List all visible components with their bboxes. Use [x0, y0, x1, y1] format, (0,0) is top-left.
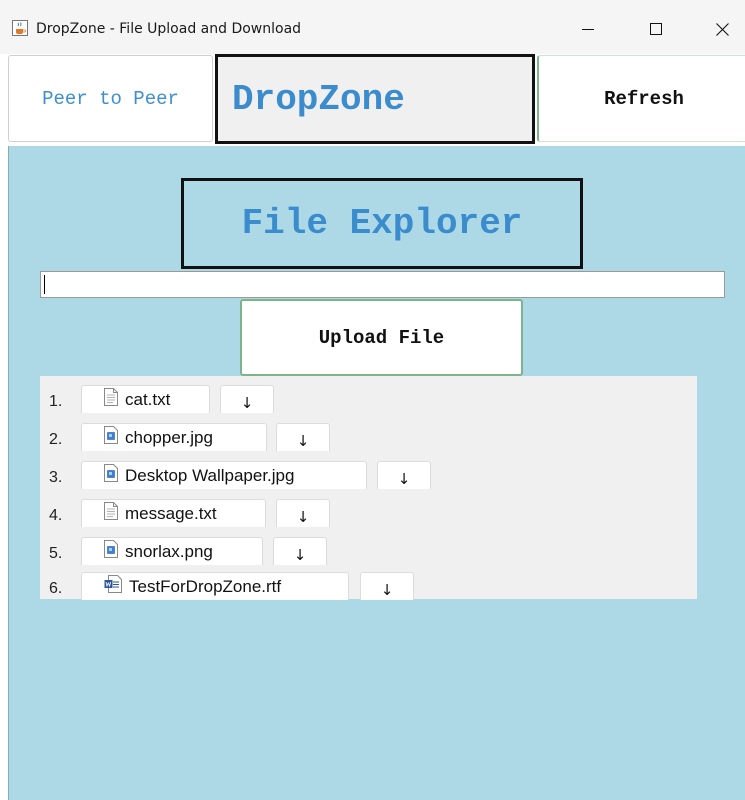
download-button[interactable]: ↓	[273, 537, 327, 565]
text-file-icon	[104, 502, 118, 525]
path-input[interactable]	[40, 271, 725, 298]
file-explorer-title: File Explorer	[181, 178, 583, 269]
download-button[interactable]: ↓	[276, 423, 330, 451]
file-button[interactable]: cat.txt	[81, 385, 210, 413]
refresh-button[interactable]: Refresh	[537, 55, 745, 142]
download-button[interactable]: ↓	[360, 572, 414, 600]
text-file-icon	[104, 388, 118, 411]
file-name: chopper.jpg	[125, 427, 213, 447]
minimize-button[interactable]	[566, 14, 610, 44]
file-name: snorlax.png	[125, 541, 213, 561]
file-name: message.txt	[125, 503, 217, 523]
file-name: cat.txt	[125, 389, 171, 409]
list-item: 3. Desktop Wallpaper.jpg ↓	[40, 461, 697, 491]
file-button[interactable]: Desktop Wallpaper.jpg	[81, 461, 367, 489]
download-button[interactable]: ↓	[220, 385, 274, 413]
file-explorer-panel: File Explorer Upload File 1. cat.txt ↓ 2…	[8, 146, 745, 800]
java-cup-icon	[12, 20, 28, 36]
list-item: 1. cat.txt ↓	[40, 385, 697, 415]
file-number: 1.	[49, 393, 63, 410]
list-item: 2. chopper.jpg ↓	[40, 423, 697, 453]
file-number: 6.	[49, 580, 63, 597]
header-row: Peer to Peer DropZone Refresh	[8, 54, 745, 146]
minimize-icon	[582, 23, 594, 35]
peer-to-peer-button[interactable]: Peer to Peer	[8, 55, 213, 142]
file-button[interactable]: snorlax.png	[81, 537, 263, 565]
file-number: 4.	[49, 507, 63, 524]
download-button[interactable]: ↓	[276, 499, 330, 527]
maximize-button[interactable]	[634, 14, 678, 44]
text-caret	[44, 275, 45, 294]
file-number: 5.	[49, 545, 63, 562]
word-file-icon	[104, 575, 122, 598]
image-file-icon	[104, 540, 118, 563]
file-button[interactable]: chopper.jpg	[81, 423, 267, 451]
file-list: 1. cat.txt ↓ 2. chopper.jpg ↓ 3. Desktop…	[40, 376, 697, 602]
file-button[interactable]: TestForDropZone.rtf	[81, 572, 349, 600]
list-item: 6. TestForDropZone.rtf ↓	[40, 572, 697, 602]
close-button[interactable]	[700, 14, 744, 44]
image-file-icon	[104, 464, 118, 487]
list-item: 4. message.txt ↓	[40, 499, 697, 529]
close-icon	[715, 22, 729, 36]
file-button[interactable]: message.txt	[81, 499, 266, 527]
file-number: 2.	[49, 431, 63, 448]
image-file-icon	[104, 426, 118, 449]
download-button[interactable]: ↓	[377, 461, 431, 489]
file-number: 3.	[49, 469, 63, 486]
brand-label: DropZone	[215, 54, 535, 144]
window-title: DropZone - File Upload and Download	[36, 21, 302, 37]
file-name: TestForDropZone.rtf	[129, 576, 282, 596]
maximize-icon	[650, 23, 662, 35]
file-name: Desktop Wallpaper.jpg	[125, 465, 295, 485]
upload-file-button[interactable]: Upload File	[240, 299, 523, 376]
title-bar: DropZone - File Upload and Download	[0, 0, 745, 54]
list-item: 5. snorlax.png ↓	[40, 537, 697, 567]
